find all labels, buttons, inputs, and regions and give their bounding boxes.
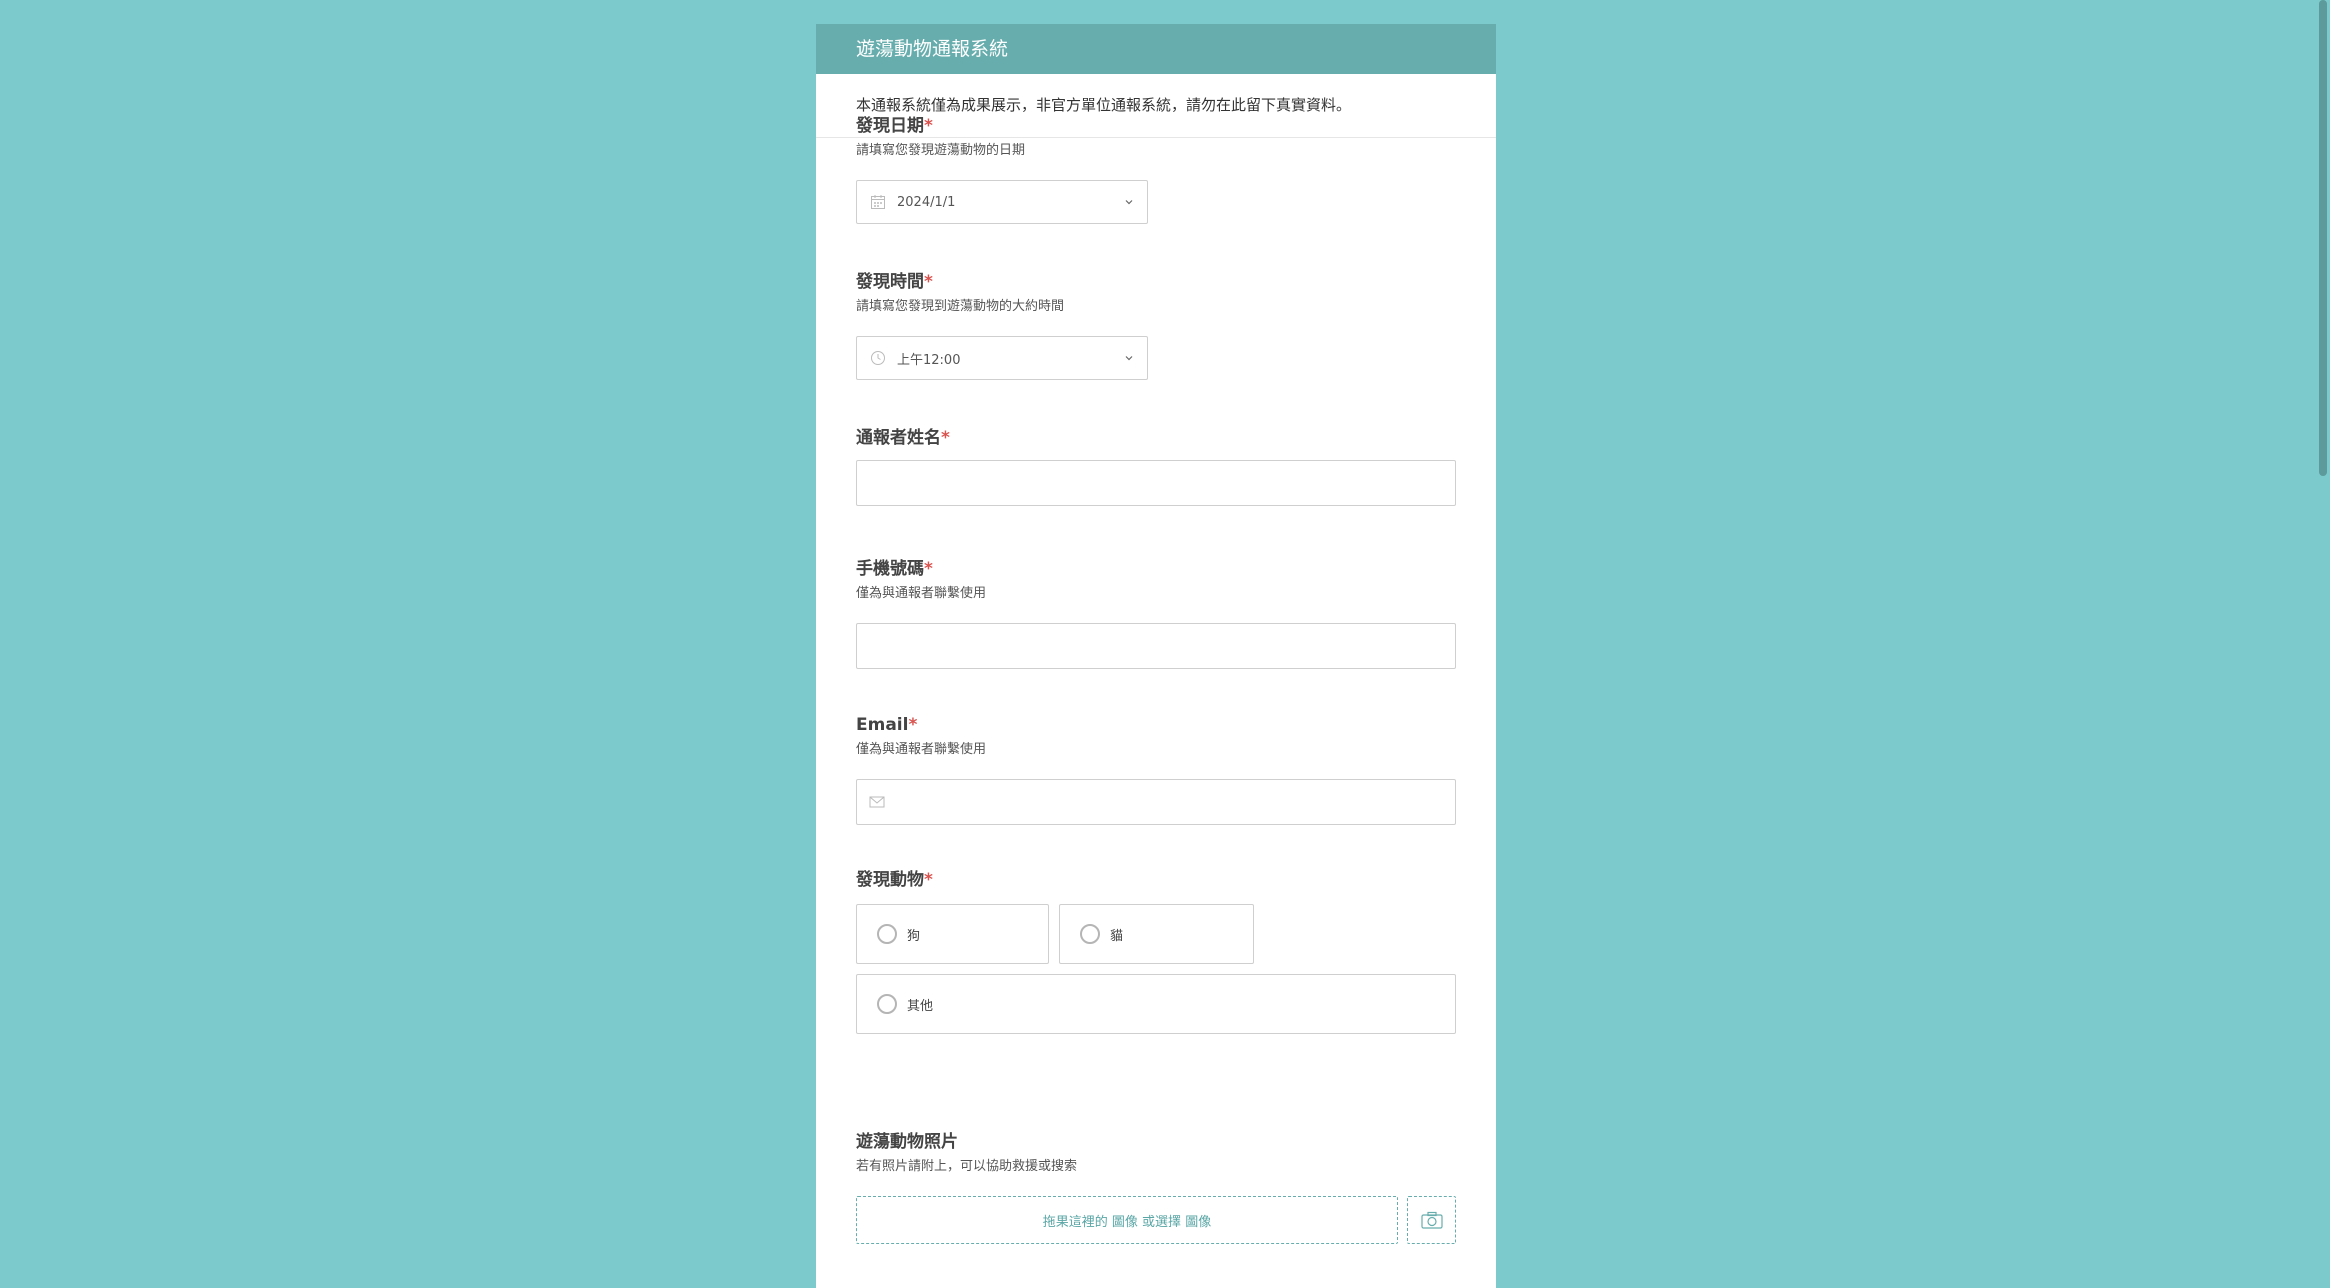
radio-button[interactable] [1080,924,1100,944]
phone-field: 手機號碼* 僅為與通報者聯繫使用 [856,557,1456,669]
calendar-icon [869,193,887,211]
time-picker[interactable]: 上午12:00 [856,336,1148,380]
name-label: 通報者姓名* [856,428,950,448]
scrollbar-thumb[interactable] [2319,0,2327,476]
name-field: 通報者姓名* [856,426,1456,506]
animal-option-dog[interactable]: 狗 [856,904,1049,964]
email-hint: 僅為與通報者聯繫使用 [856,742,987,757]
image-upload-dropzone[interactable]: 拖果這裡的 圖像 或選擇 圖像 [856,1196,1398,1244]
required-mark: * [941,428,950,448]
form-title: 遊蕩動物通報系統 [816,24,1496,74]
camera-button[interactable] [1407,1196,1456,1244]
chevron-down-icon [1123,196,1135,208]
animal-option-label: 其他 [907,998,934,1014]
photo-hint: 若有照片請附上，可以協助救援或搜索 [856,1159,1078,1174]
date-picker[interactable]: 2024/1/1 [856,180,1148,224]
date-value: 2024/1/1 [897,194,956,210]
animal-option-other[interactable]: 其他 [856,974,1456,1034]
report-form: 遊蕩動物通報系統 本通報系統僅為成果展示，非官方單位通報系統，請勿在此留下真實資… [816,24,1496,1288]
time-value: 上午12:00 [897,352,961,368]
camera-icon [1420,1211,1443,1229]
required-mark: * [924,116,933,136]
required-mark: * [908,715,918,735]
reporter-name-input[interactable] [856,460,1456,506]
date-label: 發現日期* [856,116,933,136]
radio-button[interactable] [877,924,897,944]
chevron-down-icon [1123,352,1135,364]
time-label: 發現時間* [856,272,933,292]
radio-button[interactable] [877,994,897,1014]
date-hint: 請填寫您發現遊蕩動物的日期 [856,143,1026,158]
phone-label: 手機號碼* [856,559,933,579]
clock-icon [869,349,887,367]
page-scrollbar[interactable] [2316,0,2330,1288]
photo-label: 遊蕩動物照片 [856,1132,958,1152]
photo-field: 遊蕩動物照片 若有照片請附上，可以協助救援或搜索 拖果這裡的 圖像 或選擇 圖像 [856,1130,1456,1244]
animal-label: 發現動物* [856,870,933,890]
time-hint: 請填寫您發現到遊蕩動物的大約時間 [856,299,1065,314]
animal-option-label: 貓 [1110,928,1124,944]
required-mark: * [924,272,933,292]
email-field: Email* 僅為與通報者聯繫使用 [856,713,1456,825]
time-field: 發現時間* 請填寫您發現到遊蕩動物的大約時間 上午12:00 [856,270,1456,380]
required-mark: * [924,559,933,579]
phone-hint: 僅為與通報者聯繫使用 [856,586,987,601]
animal-option-label: 狗 [907,928,921,944]
animal-field: 發現動物* 狗 貓 其他 [856,868,1456,1034]
email-input[interactable] [856,779,1456,825]
date-field: 發現日期* 請填寫您發現遊蕩動物的日期 2024/1/1 [856,114,1456,224]
envelope-icon [869,795,885,809]
phone-input[interactable] [856,623,1456,669]
animal-option-cat[interactable]: 貓 [1059,904,1254,964]
email-label: Email* [856,715,918,735]
required-mark: * [924,870,933,890]
